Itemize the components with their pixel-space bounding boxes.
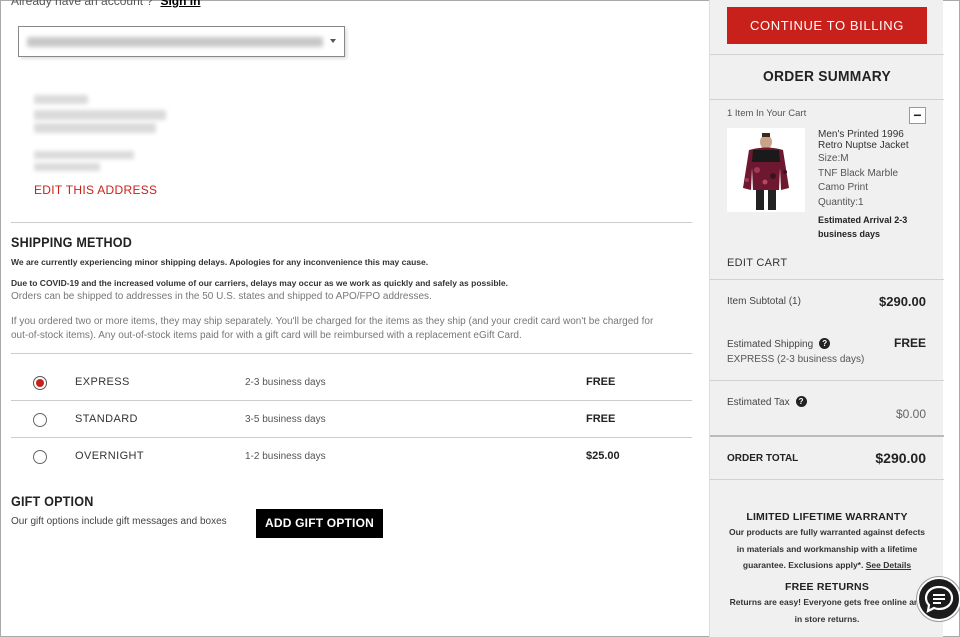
jacket-image — [727, 128, 805, 212]
redacted-phone — [34, 163, 100, 171]
shipping-option-days: 3-5 business days — [245, 414, 326, 425]
shipping-option-days: 2-3 business days — [245, 377, 326, 388]
estimated-tax-text: Estimated Tax — [727, 397, 790, 408]
divider — [710, 54, 944, 55]
shipping-option-standard[interactable]: STANDARD 3-5 business days FREE — [11, 401, 692, 438]
shipping-option-price: FREE — [586, 376, 616, 388]
item-subtotal-label: Item Subtotal (1) — [727, 296, 801, 307]
item-subtotal-value: $290.00 — [879, 294, 926, 309]
estimated-shipping-method: EXPRESS (2-3 business days) — [727, 354, 865, 365]
shipping-option-name: OVERNIGHT — [75, 450, 144, 462]
shipping-method-title: SHIPPING METHOD — [11, 234, 133, 250]
divider — [710, 479, 944, 480]
checkout-main: Already have an account ? Sign In EDIT T… — [0, 0, 700, 637]
gift-option-title: GIFT OPTION — [11, 493, 94, 509]
cart-item-count: 1 Item In Your Cart — [727, 108, 807, 119]
shipping-option-name: STANDARD — [75, 413, 138, 425]
free-returns-title: FREE RETURNS — [784, 581, 870, 593]
covid-notice: Due to COVID-19 and the increased volume… — [11, 278, 508, 288]
radio-unselected[interactable] — [33, 450, 47, 464]
product-size: Size:M — [818, 153, 849, 164]
order-summary-panel: CONTINUE TO BILLING ORDER SUMMARY 1 Item… — [709, 0, 944, 637]
question-icon[interactable]: ? — [819, 338, 831, 349]
estimated-shipping-text: Estimated Shipping — [727, 339, 814, 350]
shipping-region-notice: Orders can be shipped to addresses in th… — [11, 291, 432, 302]
shipping-option-express[interactable]: EXPRESS 2-3 business days FREE — [11, 364, 692, 401]
product-name[interactable]: Men's Printed 1996 Retro Nuptse Jacket — [818, 129, 928, 151]
estimated-arrival: Estimated Arrival 2-3 business days — [818, 215, 908, 239]
gift-option-description: Our gift options include gift messages a… — [11, 516, 227, 527]
chat-icon[interactable] — [917, 577, 960, 621]
order-total-value: $290.00 — [875, 450, 926, 466]
divider — [710, 99, 944, 100]
redacted-name — [34, 95, 88, 104]
shipping-option-name: EXPRESS — [75, 376, 130, 388]
question-icon[interactable]: ? — [795, 396, 807, 407]
collapse-cart-button[interactable]: − — [909, 107, 926, 124]
redacted-street — [34, 110, 166, 120]
redacted-email — [34, 151, 134, 159]
shipping-delay-notice: We are currently experiencing minor ship… — [11, 257, 429, 267]
divider — [710, 380, 944, 381]
free-returns-text: Returns are easy! Everyone gets free onl… — [729, 597, 925, 624]
product-color: TNF Black Marble — [818, 168, 899, 179]
estimated-tax-label: Estimated Tax? — [727, 396, 807, 408]
redacted-address-value — [27, 37, 323, 47]
split-shipment-notice-line2: out-of-stock items). Any out-of-stock it… — [11, 330, 522, 341]
see-details-link[interactable]: See Details — [866, 560, 911, 570]
chat-bubble-icon — [924, 585, 954, 613]
shipping-option-days: 1-2 business days — [245, 451, 326, 462]
estimated-shipping-label: Estimated Shipping? — [727, 338, 831, 350]
divider — [710, 435, 944, 437]
account-prompt: Already have an account ? Sign In — [11, 0, 200, 8]
add-gift-option-button[interactable]: ADD GIFT OPTION — [256, 509, 383, 538]
product-color-2: Camo Print — [818, 182, 869, 193]
split-shipment-notice-line1: If you ordered two or more items, they m… — [11, 316, 654, 327]
shipping-option-price: FREE — [586, 413, 616, 425]
order-total-label: ORDER TOTAL — [727, 453, 799, 464]
redacted-city — [34, 123, 156, 133]
divider — [11, 353, 692, 354]
divider — [710, 279, 944, 280]
shipping-option-overnight[interactable]: OVERNIGHT 1-2 business days $25.00 — [11, 438, 692, 475]
estimated-shipping-value: FREE — [893, 336, 926, 350]
continue-to-billing-button[interactable]: CONTINUE TO BILLING — [727, 7, 927, 44]
account-prompt-text: Already have an account ? — [11, 0, 154, 8]
shipping-option-price: $25.00 — [586, 450, 620, 462]
warranty-title: LIMITED LIFETIME WARRANTY — [746, 511, 908, 523]
order-summary-title: ORDER SUMMARY — [762, 68, 892, 85]
product-image[interactable] — [727, 128, 805, 212]
estimated-tax-value: $0.00 — [895, 407, 926, 421]
divider — [11, 222, 692, 223]
address-select[interactable] — [18, 26, 345, 57]
sign-in-link[interactable]: Sign In — [160, 0, 200, 8]
product-quantity: Quantity:1 — [818, 197, 864, 208]
edit-address-link[interactable]: EDIT THIS ADDRESS — [34, 183, 157, 197]
radio-unselected[interactable] — [33, 413, 47, 427]
radio-selected[interactable] — [33, 376, 47, 390]
edit-cart-link[interactable]: EDIT CART — [727, 257, 787, 269]
chevron-down-icon — [330, 39, 336, 43]
warranty-text: Our products are fully warranted against… — [726, 524, 928, 574]
